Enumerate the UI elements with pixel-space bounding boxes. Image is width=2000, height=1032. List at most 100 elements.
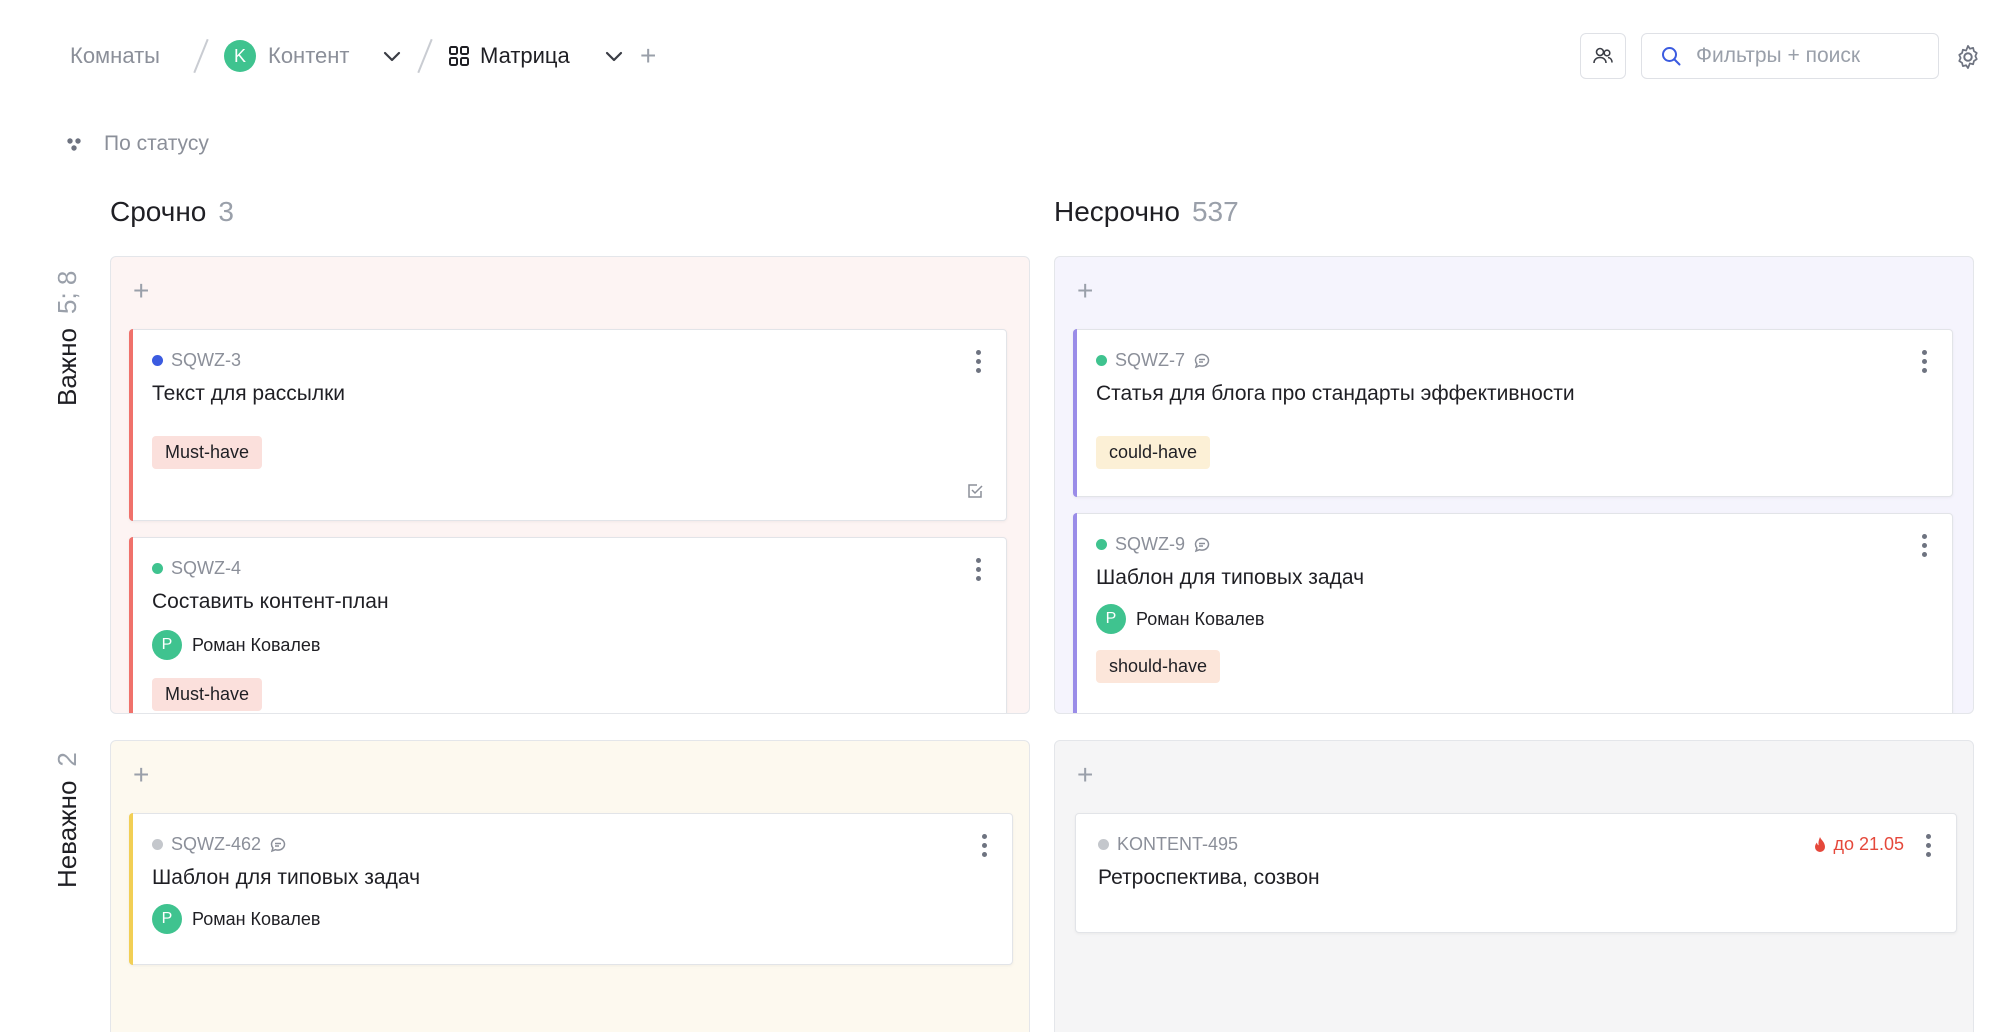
avatar: P xyxy=(152,904,182,934)
card-id: SQWZ-9 xyxy=(1115,534,1185,554)
quadrant-urgent-not-important: + SQWZ-462 Шаблон для типовых задач P Ро… xyxy=(110,740,1030,1032)
card-menu-icon[interactable] xyxy=(1914,530,1934,560)
add-card-icon[interactable]: + xyxy=(133,761,149,789)
task-card[interactable]: SQWZ-7 Статья для блога про стандарты эф… xyxy=(1073,329,1953,497)
priority-tag: Must-have xyxy=(152,436,263,469)
card-accent-bar xyxy=(129,813,133,965)
card-id: SQWZ-7 xyxy=(1115,350,1185,370)
card-menu-icon[interactable] xyxy=(1914,346,1934,376)
card-meta: SQWZ-3 xyxy=(152,350,241,371)
card-menu-icon[interactable] xyxy=(968,554,988,584)
card-title: Ретроспектива, созвон xyxy=(1098,866,1320,889)
card-assignee[interactable]: P Роман Ковалев xyxy=(152,904,321,934)
room-avatar: K xyxy=(224,40,256,72)
card-meta: SQWZ-9 xyxy=(1096,534,1211,555)
card-title: Статья для блога про стандарты эффективн… xyxy=(1096,382,1575,405)
top-bar: Комнаты K Контент Матрица + xyxy=(0,0,2000,112)
card-menu-icon[interactable] xyxy=(1918,830,1938,860)
grouping-label: По статусу xyxy=(104,132,209,155)
column-count: 537 xyxy=(1191,196,1239,227)
avatar: P xyxy=(152,630,182,660)
breadcrumb-rooms[interactable]: Комнаты xyxy=(70,40,160,72)
row-header-important: Важно 5; 8 xyxy=(52,271,83,406)
assignee-name: Роман Ковалев xyxy=(1136,608,1265,629)
card-accent-bar xyxy=(129,537,133,713)
task-card[interactable]: KONTENT-495 до 21.05 Ретроспектива, созв… xyxy=(1075,813,1957,933)
card-id: SQWZ-4 xyxy=(171,558,241,578)
priority-tag: could-have xyxy=(1096,436,1211,469)
card-accent-bar xyxy=(1073,329,1077,497)
members-button[interactable] xyxy=(1580,33,1626,79)
add-card-icon[interactable]: + xyxy=(1077,761,1093,789)
search-icon xyxy=(1662,47,1681,66)
row-count: 2 xyxy=(52,752,82,767)
card-title: Шаблон для типовых задач xyxy=(1096,566,1365,589)
task-card[interactable]: SQWZ-462 Шаблон для типовых задач P Рома… xyxy=(129,813,1013,965)
row-title: Неважно xyxy=(52,780,82,888)
checklist-icon xyxy=(968,484,983,498)
quadrant-urgent-important: + SQWZ-3 Текст для рассылки Must-have SQ… xyxy=(110,256,1030,714)
card-accent-bar xyxy=(1073,513,1077,713)
add-view-icon[interactable]: + xyxy=(640,42,656,70)
card-meta: KONTENT-495 xyxy=(1098,834,1238,855)
fire-icon xyxy=(1815,836,1826,852)
column-count: 3 xyxy=(218,196,234,227)
card-id: SQWZ-462 xyxy=(171,834,262,854)
card-meta: SQWZ-4 xyxy=(152,558,241,579)
column-header-urgent: Срочно 3 xyxy=(110,196,234,228)
status-dot xyxy=(152,355,163,366)
assignee-name: Роман Ковалев xyxy=(192,908,321,929)
breadcrumb-matrix-label: Матрица xyxy=(480,43,570,68)
quadrant-not-urgent-important: + SQWZ-7 Статья для блога про стандарты … xyxy=(1054,256,1974,714)
task-card[interactable]: SQWZ-3 Текст для рассылки Must-have xyxy=(129,329,1007,521)
add-card-icon[interactable]: + xyxy=(1077,277,1093,305)
quadrant-not-urgent-not-important: + KONTENT-495 до 21.05 Ретроспектива, со… xyxy=(1054,740,1974,1032)
column-header-not-urgent: Несрочно 537 xyxy=(1054,196,1239,228)
comment-icon xyxy=(1194,353,1210,368)
column-title: Срочно xyxy=(110,196,207,227)
card-assignee[interactable]: P Роман Ковалев xyxy=(152,630,321,660)
card-title: Составить контент-план xyxy=(152,590,389,613)
card-title: Текст для рассылки xyxy=(152,382,346,405)
priority-tag: Must-have xyxy=(152,678,263,711)
row-count: 5; 8 xyxy=(52,270,82,314)
chevron-down-icon[interactable] xyxy=(602,44,626,68)
breadcrumb-separator xyxy=(193,38,209,74)
status-dot xyxy=(1096,355,1107,366)
search-box[interactable] xyxy=(1641,33,1939,79)
status-dot xyxy=(152,563,163,574)
matrix-icon xyxy=(449,46,469,66)
priority-tag: should-have xyxy=(1096,650,1221,683)
chevron-down-icon[interactable] xyxy=(380,44,404,68)
users-icon xyxy=(1593,47,1613,64)
avatar: P xyxy=(1096,604,1126,634)
card-menu-icon[interactable] xyxy=(974,830,994,860)
search-input[interactable] xyxy=(1696,44,1926,68)
task-card[interactable]: SQWZ-4 Составить контент-план P Роман Ко… xyxy=(129,537,1007,713)
deadline-text: до 21.05 xyxy=(1833,834,1904,854)
card-menu-icon[interactable] xyxy=(968,346,988,376)
comment-icon xyxy=(270,837,286,852)
card-title: Шаблон для типовых задач xyxy=(152,866,421,889)
card-assignee[interactable]: P Роман Ковалев xyxy=(1096,604,1265,634)
column-title: Несрочно xyxy=(1054,196,1180,227)
card-meta: SQWZ-462 xyxy=(152,834,287,855)
task-card[interactable]: SQWZ-9 Шаблон для типовых задач P Роман … xyxy=(1073,513,1953,713)
group-icon xyxy=(67,138,81,151)
gear-icon[interactable] xyxy=(1954,43,1982,71)
add-card-icon[interactable]: + xyxy=(133,277,149,305)
grouping-selector[interactable]: По статусу xyxy=(66,132,209,156)
row-title: Важно xyxy=(52,327,82,406)
deadline-badge: до 21.05 xyxy=(1813,834,1904,855)
status-dot xyxy=(152,839,163,850)
card-meta: SQWZ-7 xyxy=(1096,350,1211,371)
card-id: SQWZ-3 xyxy=(171,350,241,370)
breadcrumb-separator xyxy=(417,38,433,74)
comment-icon xyxy=(1194,537,1210,552)
breadcrumb-content[interactable]: K Контент xyxy=(224,40,350,72)
breadcrumb-content-label: Контент xyxy=(268,43,350,68)
status-dot xyxy=(1098,839,1109,850)
status-dot xyxy=(1096,539,1107,550)
breadcrumb-matrix[interactable]: Матрица xyxy=(448,40,570,72)
card-id: KONTENT-495 xyxy=(1117,834,1239,854)
